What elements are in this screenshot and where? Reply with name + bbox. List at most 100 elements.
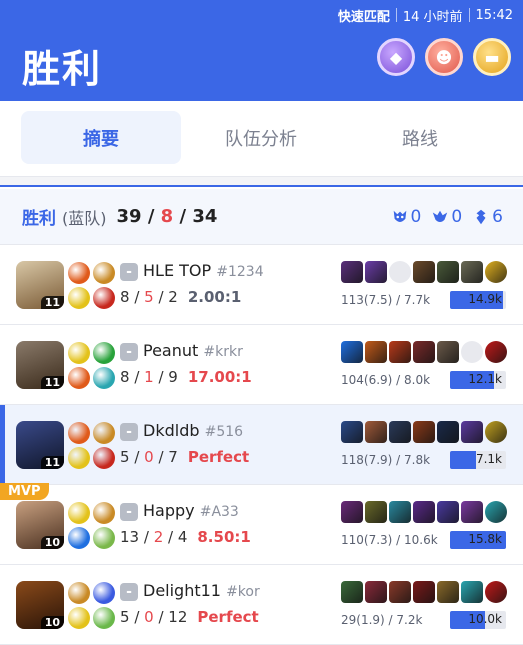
player-name[interactable]: Dkdldb #516: [143, 421, 243, 440]
champion-portrait[interactable]: 11: [16, 421, 64, 469]
champion-portrait[interactable]: 10: [16, 501, 64, 549]
summoner-spell-icon[interactable]: [68, 342, 90, 364]
trinket-icon[interactable]: [485, 581, 507, 603]
rune-icon[interactable]: [93, 447, 115, 469]
item-icon[interactable]: [437, 421, 459, 443]
champion-level: 11: [40, 296, 64, 309]
summoner-spell-icon[interactable]: [68, 582, 90, 604]
summoner-spell-icon[interactable]: [68, 287, 90, 309]
player-kda: 5 / 0 / 12 Perfect: [120, 608, 259, 626]
damage-value: 12.1k: [468, 372, 502, 386]
rune-icon[interactable]: [93, 607, 115, 629]
tab-summary[interactable]: 摘要: [21, 111, 181, 164]
player-kda: 5 / 0 / 7 Perfect: [120, 448, 250, 466]
player-row[interactable]: 11- Peanut #krkr 8 / 1 / 9 17.00:1 104(6.9) …: [0, 325, 523, 405]
rune-icon[interactable]: [93, 262, 115, 284]
rune-icon[interactable]: [93, 502, 115, 524]
player-name[interactable]: Delight11 #kor: [143, 581, 260, 600]
lane-position-icon: -: [120, 343, 138, 361]
tower-count: 6: [472, 207, 503, 227]
item-build: [341, 581, 507, 603]
item-icon[interactable]: [341, 261, 363, 283]
item-icon[interactable]: [437, 261, 459, 283]
item-icon[interactable]: [413, 421, 435, 443]
item-icon[interactable]: [389, 501, 411, 523]
summoner-spell-icon[interactable]: [68, 527, 90, 549]
player-kda: 13 / 2 / 4 8.50:1: [120, 528, 251, 546]
item-icon[interactable]: [413, 581, 435, 603]
item-icon[interactable]: [413, 261, 435, 283]
item-icon[interactable]: [365, 341, 387, 363]
item-icon[interactable]: [341, 581, 363, 603]
deaths: 1: [144, 368, 154, 386]
rune-icon[interactable]: [93, 422, 115, 444]
summoner-spell-icon[interactable]: [68, 367, 90, 389]
trinket-icon[interactable]: [485, 261, 507, 283]
player-name[interactable]: HLE TOP #1234: [143, 261, 264, 280]
item-icon[interactable]: [413, 501, 435, 523]
team-side: (蓝队): [62, 208, 107, 228]
item-icon[interactable]: [341, 341, 363, 363]
damage-value: 14.9k: [468, 292, 502, 306]
item-icon[interactable]: [437, 581, 459, 603]
item-icon[interactable]: [461, 261, 483, 283]
rune-icon[interactable]: [93, 287, 115, 309]
trinket-icon[interactable]: [485, 501, 507, 523]
item-icon[interactable]: [461, 421, 483, 443]
item-icon[interactable]: [461, 581, 483, 603]
rune-icon[interactable]: [93, 342, 115, 364]
player-row[interactable]: 11- Dkdldb #516 5 / 0 / 7 Perfect 118(7.9) /…: [0, 405, 523, 485]
player-row[interactable]: 10 MVP - Happy #A33 13 / 2 / 4 8.50:1 110(7.3)…: [0, 483, 523, 565]
rune-icon[interactable]: [93, 527, 115, 549]
item-icon[interactable]: [365, 501, 387, 523]
trinket-icon[interactable]: [485, 421, 507, 443]
red-multikill-emblem-icon[interactable]: ☻: [425, 38, 463, 76]
divider: [468, 8, 470, 22]
player-row[interactable]: 11- HLE TOP #1234 8 / 5 / 2 2.00:1 113(7.5) …: [0, 245, 523, 325]
summoner-spell-icon[interactable]: [68, 447, 90, 469]
spells-and-runes: [68, 582, 115, 629]
item-icon[interactable]: [413, 341, 435, 363]
champion-level: 10: [40, 536, 64, 549]
item-icon[interactable]: [389, 581, 411, 603]
rune-icon[interactable]: [93, 582, 115, 604]
damage-value: 15.8k: [468, 532, 502, 546]
purple-rank-emblem-icon[interactable]: ◆: [377, 38, 415, 76]
tab-team-analysis[interactable]: 队伍分析: [181, 111, 341, 164]
item-icon[interactable]: [389, 341, 411, 363]
summoner-spell-icon[interactable]: [68, 502, 90, 524]
player-name[interactable]: Happy #A33: [143, 501, 239, 520]
rune-icon[interactable]: [93, 367, 115, 389]
champion-level: 11: [40, 456, 64, 469]
player-row[interactable]: 10- Delight11 #kor 5 / 0 / 12 Perfect 29(1.9…: [0, 565, 523, 645]
item-icon[interactable]: [341, 501, 363, 523]
item-icon[interactable]: [389, 421, 411, 443]
deaths: 0: [144, 448, 154, 466]
item-icon[interactable]: [365, 581, 387, 603]
kda-ratio: Perfect: [187, 448, 250, 466]
game-duration: 15:42: [475, 7, 513, 23]
match-result-title: 胜利: [22, 47, 103, 91]
item-icon[interactable]: [437, 501, 459, 523]
champion-portrait[interactable]: 11: [16, 261, 64, 309]
item-icon[interactable]: [341, 421, 363, 443]
summoner-spell-icon[interactable]: [68, 422, 90, 444]
tab-lanes[interactable]: 路线: [340, 111, 500, 164]
item-icon[interactable]: [437, 341, 459, 363]
item-icon[interactable]: [461, 501, 483, 523]
champion-portrait[interactable]: 10: [16, 581, 64, 629]
lane-position-icon: -: [120, 423, 138, 441]
trinket-icon[interactable]: [485, 341, 507, 363]
gold-emblem-icon[interactable]: ▬: [473, 38, 511, 76]
item-icon[interactable]: [365, 261, 387, 283]
summoner-spell-icon[interactable]: [68, 607, 90, 629]
summoner-spell-icon[interactable]: [68, 262, 90, 284]
player-name[interactable]: Peanut #krkr: [143, 341, 243, 360]
damage-bar: 10.0k: [450, 611, 506, 629]
champion-portrait[interactable]: 11: [16, 341, 64, 389]
dragon-count: 0: [431, 207, 462, 227]
team-kills: 39: [116, 206, 142, 227]
item-icon[interactable]: [365, 421, 387, 443]
spells-and-runes: [68, 422, 115, 469]
objectives: 0 0 6: [391, 189, 503, 245]
